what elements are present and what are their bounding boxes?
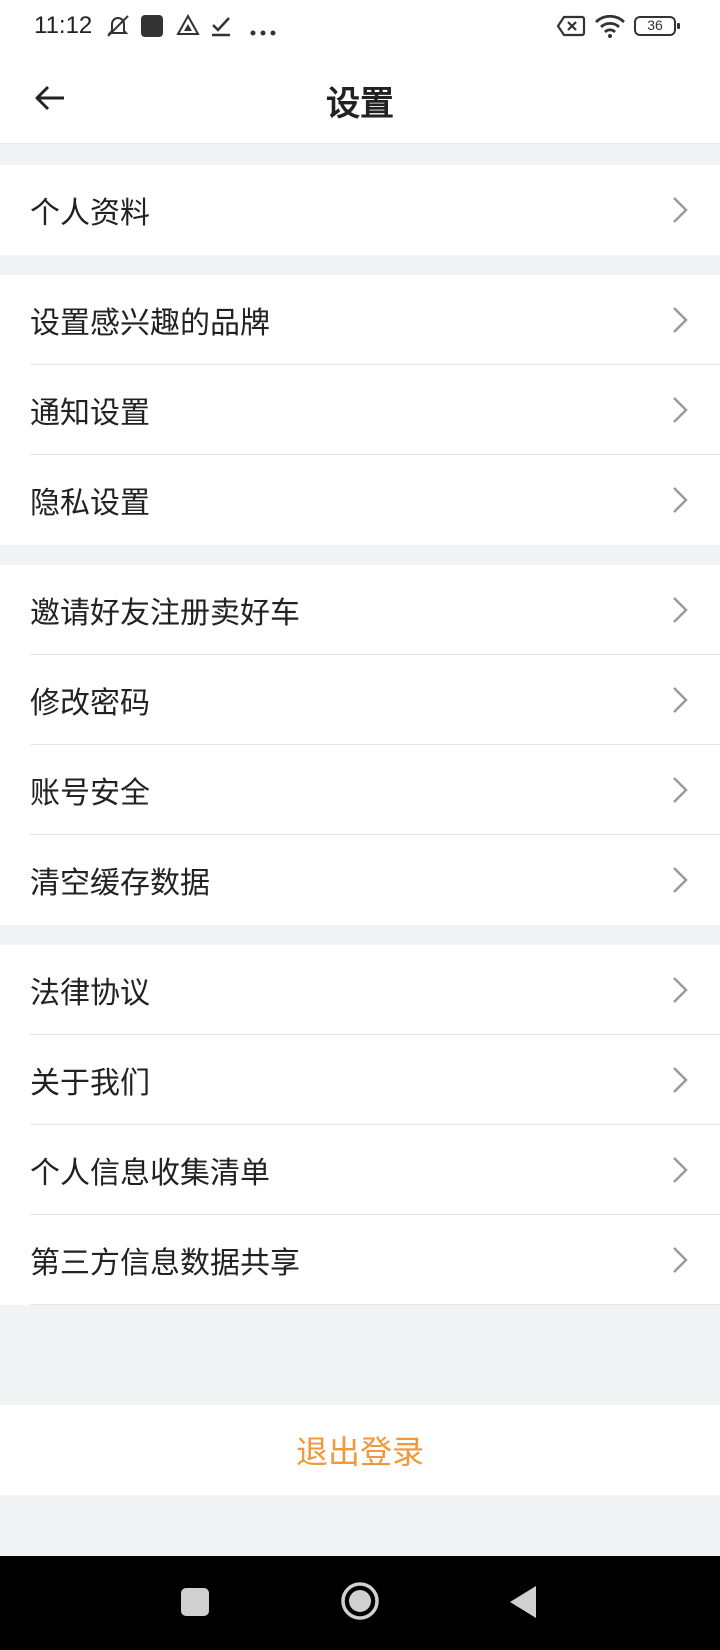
chevron-right-icon: [673, 197, 688, 223]
settings-item-account-security[interactable]: 账号安全: [0, 745, 720, 835]
settings-item-legal[interactable]: 法律协议: [0, 945, 720, 1035]
settings-item-privacy[interactable]: 隐私设置: [0, 455, 720, 545]
app-square-icon: [140, 13, 164, 43]
chevron-right-icon: [673, 307, 688, 333]
status-bar: 11:12 36: [0, 0, 720, 54]
back-nav-button[interactable]: [508, 1584, 538, 1624]
chevron-right-icon: [673, 777, 688, 803]
wifi-icon: [594, 13, 626, 43]
settings-item-label: 通知设置: [30, 396, 150, 431]
title-bar: 设置: [0, 54, 720, 144]
settings-item-change-password[interactable]: 修改密码: [0, 655, 720, 745]
settings-item-invite-friends[interactable]: 邀请好友注册卖好车: [0, 565, 720, 655]
chevron-right-icon: [673, 977, 688, 1003]
square-icon: [181, 1588, 209, 1616]
settings-item-label: 隐私设置: [30, 486, 150, 521]
settings-item-brands[interactable]: 设置感兴趣的品牌: [0, 275, 720, 365]
chevron-right-icon: [673, 687, 688, 713]
sim-none-icon: [556, 13, 586, 43]
logout-button[interactable]: 退出登录: [0, 1405, 720, 1495]
settings-item-label: 关于我们: [30, 1066, 150, 1101]
settings-item-label: 法律协议: [30, 976, 150, 1011]
status-time: 11:12: [34, 12, 93, 39]
drive-icon: [176, 13, 200, 43]
section-about: 法律协议 关于我们 个人信息收集清单 第三方信息数据共享: [0, 945, 720, 1305]
check-icon: [209, 13, 233, 43]
battery-level: 36: [647, 17, 663, 33]
settings-item-info-collection[interactable]: 个人信息收集清单: [0, 1125, 720, 1215]
triangle-back-icon: [510, 1586, 536, 1618]
settings-item-notifications[interactable]: 通知设置: [0, 365, 720, 455]
system-nav-bar: [0, 1556, 720, 1650]
section-preferences: 设置感兴趣的品牌 通知设置 隐私设置: [0, 275, 720, 545]
recents-button[interactable]: [180, 1587, 210, 1621]
settings-item-profile[interactable]: 个人资料: [0, 165, 720, 255]
settings-item-label: 修改密码: [30, 686, 150, 721]
section-profile: 个人资料: [0, 165, 720, 255]
more-icon: [250, 22, 278, 41]
settings-item-label: 邀请好友注册卖好车: [30, 596, 300, 631]
settings-item-label: 清空缓存数据: [30, 866, 210, 901]
chevron-right-icon: [673, 1067, 688, 1093]
settings-item-label: 第三方信息数据共享: [30, 1246, 300, 1281]
section-account: 邀请好友注册卖好车 修改密码 账号安全 清空缓存数据: [0, 565, 720, 925]
home-button[interactable]: [340, 1581, 380, 1625]
settings-item-label: 设置感兴趣的品牌: [30, 306, 270, 341]
chevron-right-icon: [673, 867, 688, 893]
battery-icon: 36: [634, 13, 682, 43]
settings-item-label: 账号安全: [30, 776, 150, 811]
settings-item-about-us[interactable]: 关于我们: [0, 1035, 720, 1125]
chevron-right-icon: [673, 1247, 688, 1273]
chevron-right-icon: [673, 597, 688, 623]
page-title: 设置: [326, 84, 394, 124]
settings-item-third-party-sharing[interactable]: 第三方信息数据共享: [0, 1215, 720, 1305]
settings-item-clear-cache[interactable]: 清空缓存数据: [0, 835, 720, 925]
chevron-right-icon: [673, 1157, 688, 1183]
settings-item-label: 个人信息收集清单: [30, 1156, 270, 1191]
settings-item-label: 个人资料: [30, 196, 150, 231]
circle-icon: [341, 1582, 379, 1620]
chevron-right-icon: [673, 397, 688, 423]
mute-icon: [104, 13, 132, 43]
chevron-right-icon: [673, 487, 688, 513]
logout-label: 退出登录: [295, 1433, 424, 1471]
